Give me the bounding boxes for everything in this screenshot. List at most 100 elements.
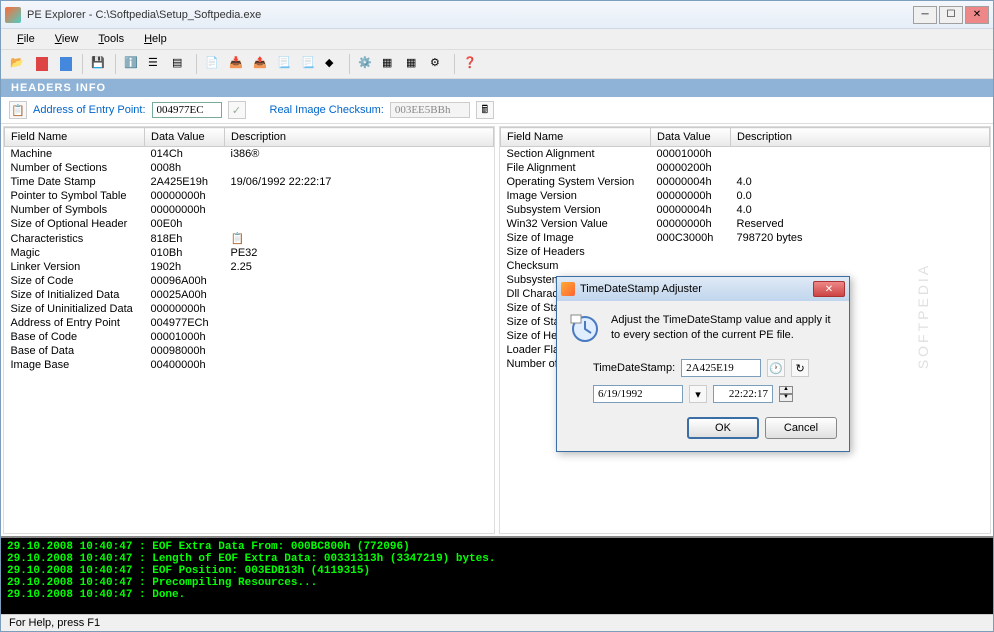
dialog-titlebar[interactable]: TimeDateStamp Adjuster ✕ xyxy=(557,277,849,301)
tool-gear2[interactable]: ⚙ xyxy=(427,53,449,75)
save-button[interactable]: 💾 xyxy=(88,53,110,75)
checksum-calc[interactable]: 🖩 xyxy=(476,101,494,119)
console-line: 29.10.2008 10:40:47 : Done. xyxy=(7,589,987,601)
console-line: 29.10.2008 10:40:47 : EOF Position: 003E… xyxy=(7,565,987,577)
col-desc[interactable]: Description xyxy=(731,128,990,147)
time-down-button[interactable]: ▼ xyxy=(779,394,793,402)
tool-3[interactable] xyxy=(55,53,77,75)
tool-boxes[interactable]: ▦ xyxy=(379,53,401,75)
tool-colors[interactable]: ◆ xyxy=(322,53,344,75)
table-row[interactable]: File Alignment00000200h xyxy=(501,161,990,175)
cell-value: 00096A00h xyxy=(145,274,225,288)
col-field[interactable]: Field Name xyxy=(501,128,651,147)
cell-value: 00400000h xyxy=(145,358,225,372)
copy-icon: 📄 xyxy=(205,56,221,72)
table-row[interactable]: Checksum xyxy=(501,259,990,273)
table-row[interactable]: Subsystem Version00000004h4.0 xyxy=(501,203,990,217)
table-row[interactable]: Pointer to Symbol Table00000000h xyxy=(5,189,494,203)
menu-tools[interactable]: Tools xyxy=(88,31,134,47)
checksum-label[interactable]: Real Image Checksum: xyxy=(270,104,384,116)
cell-value: 004977ECh xyxy=(145,316,225,330)
tool-doc1[interactable]: 📃 xyxy=(274,53,296,75)
entry-point-input[interactable] xyxy=(152,102,222,118)
tool-doc2[interactable]: 📃 xyxy=(298,53,320,75)
cancel-button[interactable]: Cancel xyxy=(765,417,837,439)
cell-field: Win32 Version Value xyxy=(501,217,651,231)
maximize-button[interactable]: ☐ xyxy=(939,6,963,24)
col-desc[interactable]: Description xyxy=(225,128,494,147)
dialog-close-button[interactable]: ✕ xyxy=(813,281,845,297)
history-button[interactable]: ↻ xyxy=(791,359,809,377)
table-row[interactable]: Size of Initialized Data00025A00h xyxy=(5,288,494,302)
entry-point-label[interactable]: Address of Entry Point: xyxy=(33,104,146,116)
open-button[interactable]: 📂 xyxy=(7,53,29,75)
tool-gear[interactable]: ⚙️ xyxy=(355,53,377,75)
cell-field: Characteristics xyxy=(5,231,145,246)
date-picker-button[interactable]: ▾ xyxy=(689,385,707,403)
doc1-icon: 📃 xyxy=(277,56,293,72)
tool-info[interactable]: ℹ️ xyxy=(121,53,143,75)
entry-point-check[interactable]: ✓ xyxy=(228,101,246,119)
col-field[interactable]: Field Name xyxy=(5,128,145,147)
clock-button[interactable]: 🕐 xyxy=(767,359,785,377)
info-icon-btn[interactable]: 📋 xyxy=(9,101,27,119)
table-row[interactable]: Image Base00400000h xyxy=(5,358,494,372)
cell-value xyxy=(651,259,731,273)
tool-import[interactable]: 📥 xyxy=(226,53,248,75)
table-row[interactable]: Size of Image000C3000h798720 bytes xyxy=(501,231,990,245)
console-line: 29.10.2008 10:40:47 : Length of EOF Extr… xyxy=(7,553,987,565)
cell-field: Number of Sections xyxy=(5,161,145,175)
time-up-button[interactable]: ▲ xyxy=(779,386,793,394)
cell-value: 00000000h xyxy=(145,302,225,316)
ok-button[interactable]: OK xyxy=(687,417,759,439)
date-input[interactable] xyxy=(593,385,683,403)
table-row[interactable]: Base of Code00001000h xyxy=(5,330,494,344)
cell-desc xyxy=(225,358,494,372)
menu-file[interactable]: File xyxy=(7,31,45,47)
tool-list2[interactable]: ▤ xyxy=(169,53,191,75)
table-row[interactable]: Machine014Chi386® xyxy=(5,147,494,162)
list-icon: ☰ xyxy=(148,56,164,72)
cell-field: Size of Optional Header xyxy=(5,217,145,231)
cell-desc xyxy=(225,189,494,203)
table-row[interactable]: Time Date Stamp2A425E19h19/06/1992 22:22… xyxy=(5,175,494,189)
table-row[interactable]: Linker Version1902h2.25 xyxy=(5,260,494,274)
table-row[interactable]: Size of Code00096A00h xyxy=(5,274,494,288)
table-row[interactable]: Operating System Version00000004h4.0 xyxy=(501,175,990,189)
cell-desc xyxy=(731,147,990,162)
help-button[interactable]: ❓ xyxy=(460,53,482,75)
tool-export[interactable]: 📤 xyxy=(250,53,272,75)
tool-list[interactable]: ☰ xyxy=(145,53,167,75)
table-row[interactable]: Address of Entry Point004977ECh xyxy=(5,316,494,330)
tool-boxes2[interactable]: ▦ xyxy=(403,53,425,75)
minimize-button[interactable]: ─ xyxy=(913,6,937,24)
cell-desc xyxy=(731,259,990,273)
table-row[interactable]: Win32 Version Value00000000hReserved xyxy=(501,217,990,231)
menu-help[interactable]: Help xyxy=(134,31,177,47)
cell-value: 014Ch xyxy=(145,147,225,162)
menu-view[interactable]: View xyxy=(45,31,89,47)
time-input[interactable] xyxy=(713,385,773,403)
table-row[interactable]: Number of Sections0008h xyxy=(5,161,494,175)
tool-copy[interactable]: 📄 xyxy=(202,53,224,75)
close-button[interactable]: ✕ xyxy=(965,6,989,24)
tool-2[interactable] xyxy=(31,53,53,75)
table-row[interactable]: Size of Uninitialized Data00000000h xyxy=(5,302,494,316)
table-row[interactable]: Number of Symbols00000000h xyxy=(5,203,494,217)
table-row[interactable]: Section Alignment00001000h xyxy=(501,147,990,162)
timedatestamp-input[interactable] xyxy=(681,359,761,377)
left-table: Field Name Data Value Description Machin… xyxy=(4,127,494,372)
table-row[interactable]: Base of Data00098000h xyxy=(5,344,494,358)
table-row[interactable]: Size of Headers xyxy=(501,245,990,259)
cell-desc xyxy=(225,302,494,316)
col-value[interactable]: Data Value xyxy=(651,128,731,147)
table-row[interactable]: Image Version00000000h0.0 xyxy=(501,189,990,203)
table-row[interactable]: Magic010BhPE32 xyxy=(5,246,494,260)
table-row[interactable]: Characteristics818Eh📋 xyxy=(5,231,494,246)
cell-desc: 798720 bytes xyxy=(731,231,990,245)
col-value[interactable]: Data Value xyxy=(145,128,225,147)
info-icon: ℹ️ xyxy=(124,56,140,72)
cell-desc: 0.0 xyxy=(731,189,990,203)
table-row[interactable]: Size of Optional Header00E0h xyxy=(5,217,494,231)
left-table-pane: Field Name Data Value Description Machin… xyxy=(3,126,495,534)
